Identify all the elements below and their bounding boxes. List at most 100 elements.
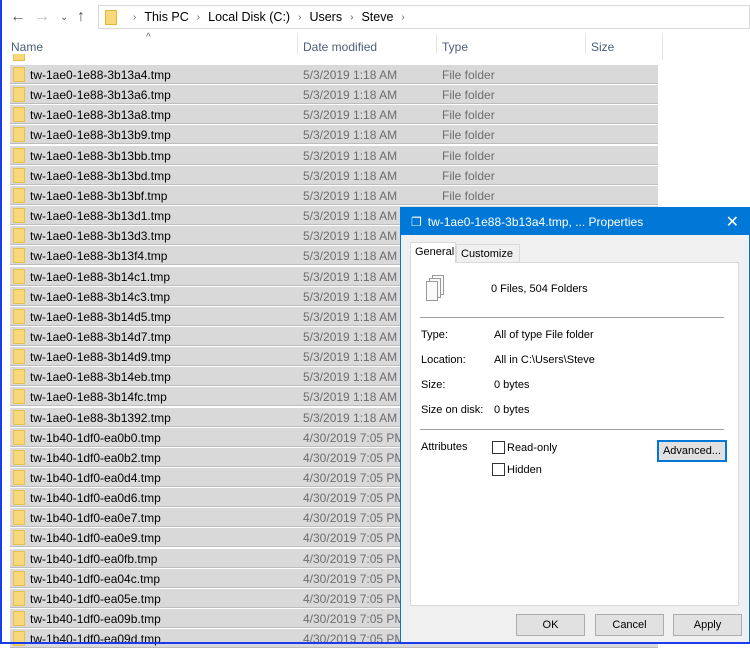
apply-button[interactable]: Apply xyxy=(673,614,742,636)
forward-arrow-icon[interactable]: → xyxy=(34,8,50,26)
folder-icon xyxy=(13,167,25,183)
list-item-partial[interactable] xyxy=(10,54,658,64)
file-row[interactable]: tw-1ae0-1e88-3b13bb.tmp 5/3/2019 1:18 AM… xyxy=(10,145,658,165)
file-date: 5/3/2019 1:18 AM xyxy=(303,289,398,304)
file-date: 4/30/2019 7:05 PM xyxy=(303,491,405,506)
file-date: 5/3/2019 1:18 AM xyxy=(303,128,398,143)
file-name: tw-1ae0-1e88-3b1392.tmp xyxy=(30,410,171,425)
readonly-checkbox[interactable] xyxy=(492,441,505,454)
file-row[interactable]: tw-1ae0-1e88-3b13bf.tmp 5/3/2019 1:18 AM… xyxy=(10,185,658,205)
file-name: tw-1ae0-1e88-3b14fc.tmp xyxy=(30,390,167,405)
file-name: tw-1b40-1df0-ea0b0.tmp xyxy=(30,430,161,445)
attributes-label: Attributes xyxy=(421,441,468,453)
address-bar[interactable]: › This PC › Local Disk (C:) › Users › St… xyxy=(98,5,750,29)
file-date: 5/3/2019 1:18 AM xyxy=(303,410,398,425)
readonly-label[interactable]: Read-only xyxy=(507,442,557,454)
cancel-button[interactable]: Cancel xyxy=(595,614,664,636)
file-row[interactable]: tw-1ae0-1e88-3b13bd.tmp 5/3/2019 1:18 AM… xyxy=(10,165,658,185)
file-row[interactable]: tw-1ae0-1e88-3b13b9.tmp 5/3/2019 1:18 AM… xyxy=(10,125,658,145)
file-date: 5/3/2019 1:18 AM xyxy=(303,68,398,82)
folder-icon xyxy=(13,268,25,284)
folder-icon xyxy=(13,187,25,203)
close-icon[interactable]: ✕ xyxy=(726,212,739,232)
file-name: tw-1ae0-1e88-3b13a8.tmp xyxy=(30,108,171,123)
file-type: File folder xyxy=(442,188,495,203)
file-name: tw-1b40-1df0-ea0d4.tmp xyxy=(30,471,161,485)
breadcrumb-item[interactable]: This PC xyxy=(144,10,188,24)
file-date: 5/3/2019 1:18 AM xyxy=(303,108,398,123)
chevron-right-icon: › xyxy=(401,11,405,23)
folder-icon xyxy=(13,107,25,123)
folder-icon xyxy=(13,349,25,365)
file-date: 5/3/2019 1:18 AM xyxy=(303,390,398,405)
general-panel: 0 Files, 504 Folders Type: All of type F… xyxy=(410,262,739,606)
file-row[interactable]: tw-1ae0-1e88-3b13a8.tmp 5/3/2019 1:18 AM… xyxy=(10,105,658,125)
file-date: 5/3/2019 1:18 AM xyxy=(303,350,398,365)
folder-icon xyxy=(13,288,25,304)
breadcrumb-item[interactable]: Steve xyxy=(361,10,393,24)
file-type: File folder xyxy=(442,108,495,123)
file-date: 5/3/2019 1:18 AM xyxy=(303,88,398,103)
folder-icon xyxy=(13,308,25,324)
advanced-button[interactable]: Advanced... xyxy=(657,440,727,462)
dialog-title: tw-1ae0-1e88-3b13a4.tmp, ... Properties xyxy=(427,214,644,229)
properties-dialog: ❐ tw-1ae0-1e88-3b13a4.tmp, ... Propertie… xyxy=(400,207,750,644)
tab-customize[interactable]: Customize xyxy=(456,244,520,264)
hidden-label[interactable]: Hidden xyxy=(507,464,542,476)
folder-icon xyxy=(13,530,25,546)
file-date: 5/3/2019 1:18 AM xyxy=(303,309,398,324)
file-date: 4/30/2019 7:05 PM xyxy=(303,511,405,526)
file-name: tw-1b40-1df0-ea0e7.tmp xyxy=(30,511,161,526)
file-name: tw-1ae0-1e88-3b13d3.tmp xyxy=(30,229,171,244)
column-divider[interactable] xyxy=(662,34,663,60)
file-date: 5/3/2019 1:18 AM xyxy=(303,148,398,163)
folder-icon xyxy=(13,228,25,244)
tab-general[interactable]: General xyxy=(410,242,456,263)
breadcrumb-item[interactable]: Users xyxy=(309,10,342,24)
folder-icon xyxy=(13,54,25,61)
file-name: tw-1b40-1df0-ea09b.tmp xyxy=(30,612,161,627)
file-name: tw-1ae0-1e88-3b13bb.tmp xyxy=(30,148,171,163)
file-date: 4/30/2019 7:05 PM xyxy=(303,450,405,465)
up-arrow-icon[interactable]: ↑ xyxy=(77,8,85,26)
recent-chevron-icon[interactable]: ⌄ xyxy=(60,12,68,23)
location-label: Location: xyxy=(421,354,466,366)
file-name: tw-1b40-1df0-ea0d6.tmp xyxy=(30,491,161,506)
file-name: tw-1ae0-1e88-3b14d9.tmp xyxy=(30,350,171,365)
file-date: 4/30/2019 7:05 PM xyxy=(303,531,405,546)
dialog-title-bar[interactable]: ❐ tw-1ae0-1e88-3b13a4.tmp, ... Propertie… xyxy=(401,208,749,235)
file-date: 5/3/2019 1:18 AM xyxy=(303,168,398,183)
file-date: 5/3/2019 1:18 AM xyxy=(303,188,398,203)
hidden-checkbox[interactable] xyxy=(492,463,505,476)
size-label: Size: xyxy=(421,379,446,391)
multiple-files-icon xyxy=(426,275,444,301)
chevron-right-icon: › xyxy=(298,11,302,23)
file-name: tw-1ae0-1e88-3b13f4.tmp xyxy=(30,249,168,264)
file-date: 4/30/2019 7:05 PM xyxy=(303,551,405,566)
file-name: tw-1ae0-1e88-3b13bd.tmp xyxy=(30,168,171,183)
folder-icon xyxy=(13,429,25,445)
file-name: tw-1b40-1df0-ea0fb.tmp xyxy=(30,551,158,566)
file-name: tw-1ae0-1e88-3b13d1.tmp xyxy=(30,209,171,224)
file-name: tw-1ae0-1e88-3b13a6.tmp xyxy=(30,88,171,103)
file-type: File folder xyxy=(442,148,495,163)
folder-icon xyxy=(13,369,25,385)
folder-icon xyxy=(13,490,25,506)
file-row[interactable]: tw-1ae0-1e88-3b13a6.tmp 5/3/2019 1:18 AM… xyxy=(10,85,658,105)
file-row[interactable]: tw-1ae0-1e88-3b13a4.tmp 5/3/2019 1:18 AM… xyxy=(10,65,658,84)
file-date: 5/3/2019 1:18 AM xyxy=(303,329,398,344)
file-date: 4/30/2019 7:05 PM xyxy=(303,430,405,445)
back-arrow-icon[interactable]: ← xyxy=(10,8,26,26)
ok-button[interactable]: OK xyxy=(516,614,585,636)
file-date: 5/3/2019 1:18 AM xyxy=(303,229,398,244)
folder-icon xyxy=(13,570,25,586)
file-date: 4/30/2019 7:05 PM xyxy=(303,632,405,647)
file-date: 5/3/2019 1:18 AM xyxy=(303,249,398,264)
file-date: 5/3/2019 1:18 AM xyxy=(303,209,398,224)
file-date: 4/30/2019 7:05 PM xyxy=(303,612,405,627)
file-type: File folder xyxy=(442,128,495,143)
file-name: tw-1ae0-1e88-3b13a4.tmp xyxy=(30,68,171,82)
file-name: tw-1ae0-1e88-3b14d5.tmp xyxy=(30,309,171,324)
breadcrumb-item[interactable]: Local Disk (C:) xyxy=(208,10,290,24)
file-name: tw-1b40-1df0-ea09d.tmp xyxy=(30,632,161,647)
